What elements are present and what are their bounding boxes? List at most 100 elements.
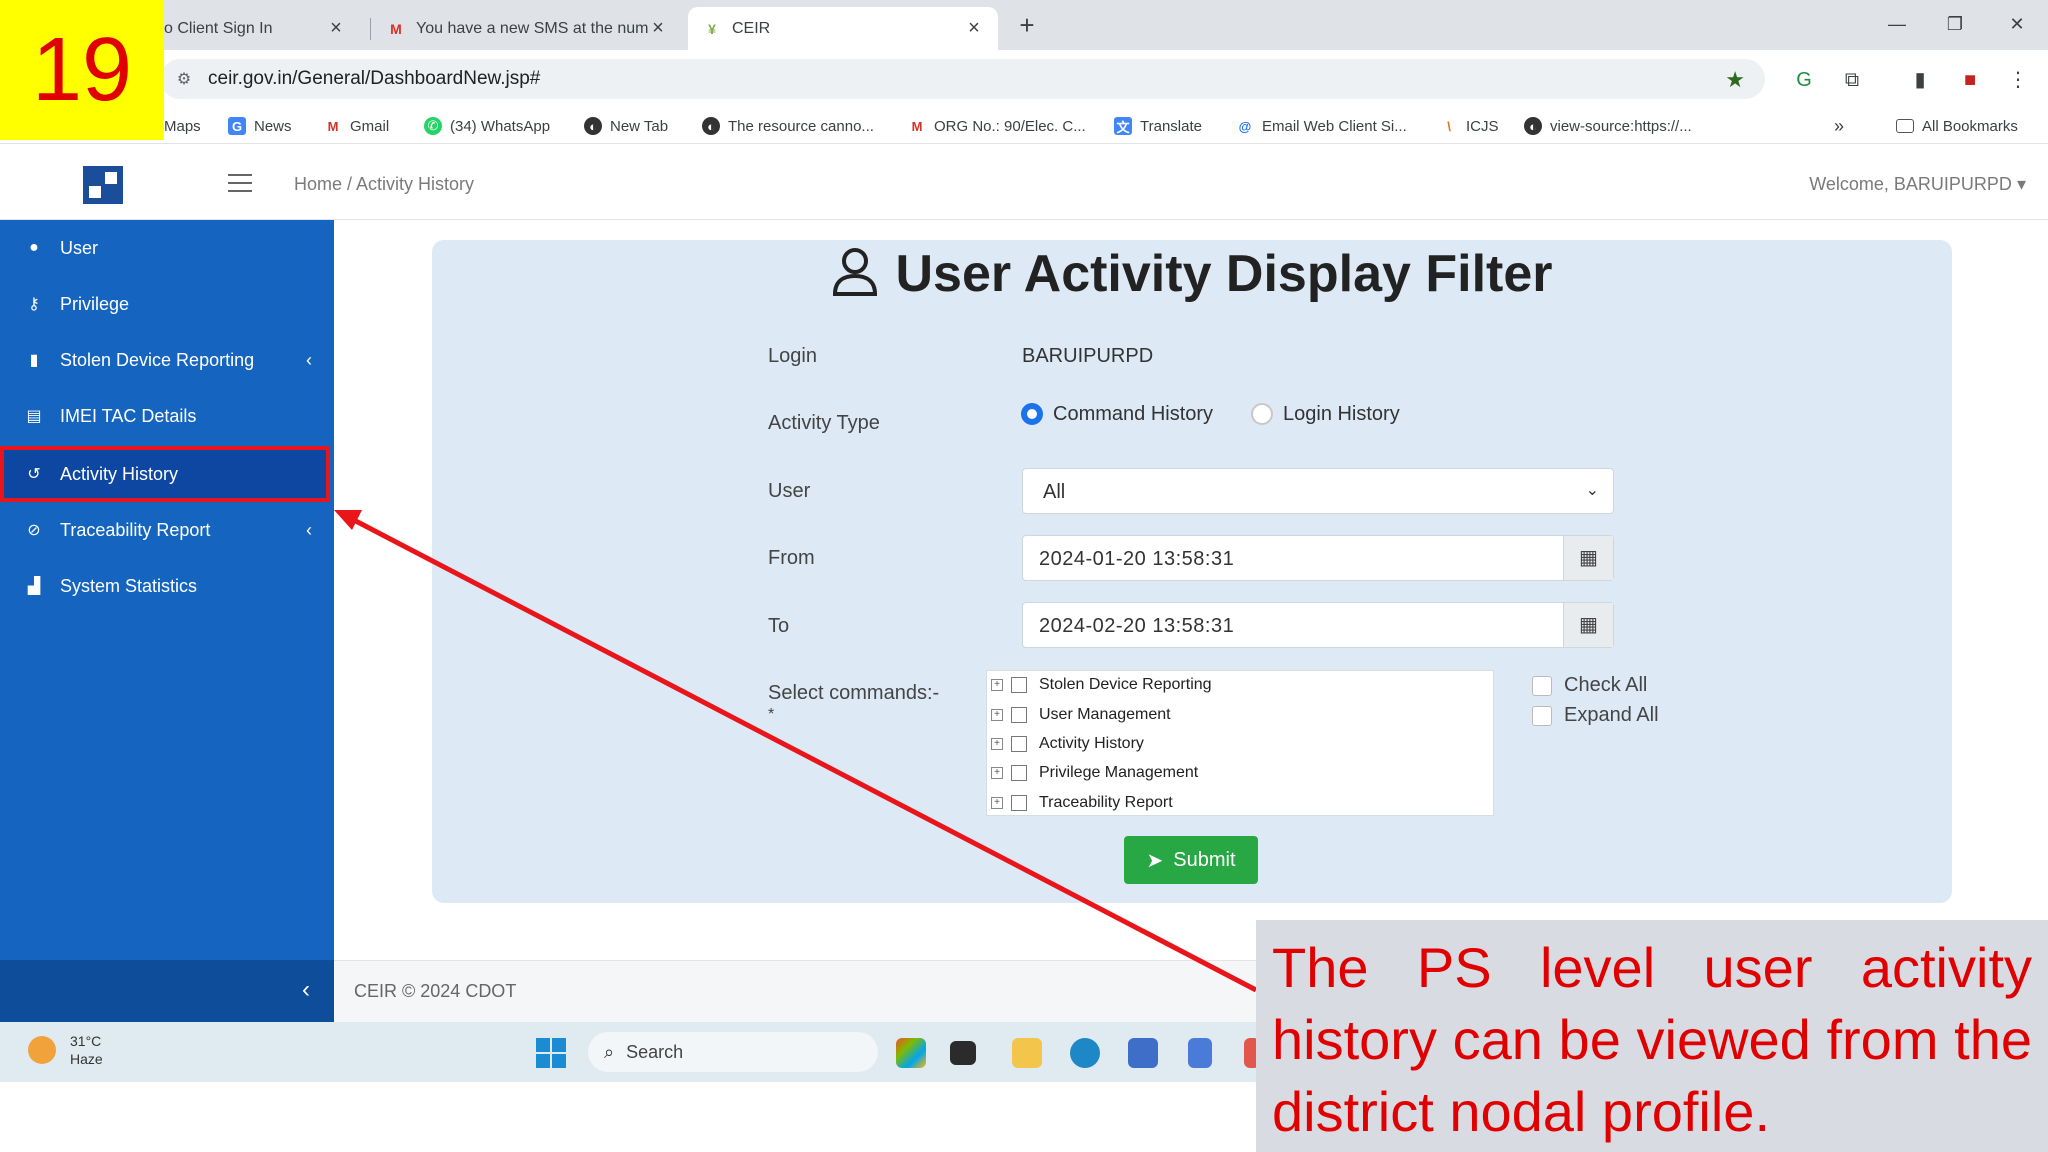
sidebar-item-traceability-report[interactable]: ⊘ Traceability Report ‹ xyxy=(0,502,334,558)
task-view-icon[interactable] xyxy=(950,1041,976,1065)
checkbox[interactable] xyxy=(1532,675,1552,696)
store-icon[interactable] xyxy=(1128,1038,1158,1068)
file-explorer-icon[interactable] xyxy=(1012,1038,1042,1068)
whatsapp-icon: ✆ xyxy=(424,117,442,135)
collapse-sidebar-icon[interactable]: ‹ xyxy=(302,976,310,1004)
sidebar-item-imei-tac-details[interactable]: ▤ IMEI TAC Details xyxy=(0,388,334,444)
more-bookmarks-icon[interactable]: » xyxy=(1834,114,1844,138)
expand-icon[interactable]: + xyxy=(991,679,1003,691)
bookmark-view-source[interactable]: ◐ view-source:https://... xyxy=(1524,114,1692,138)
from-date-field[interactable]: 2024-01-20 13:58:31 ▦ xyxy=(1022,535,1614,581)
bookmark-email-client[interactable]: @ Email Web Client Si... xyxy=(1236,114,1407,138)
hamburger-menu-icon[interactable] xyxy=(228,174,252,194)
bookmark-org-no[interactable]: M ORG No.: 90/Elec. C... xyxy=(908,114,1086,138)
calendar-icon[interactable]: ▦ xyxy=(1563,536,1613,580)
tree-item[interactable]: + Activity History xyxy=(991,732,1144,756)
checkbox[interactable] xyxy=(1011,765,1027,781)
expand-icon[interactable]: + xyxy=(991,709,1003,721)
notepad-icon[interactable] xyxy=(1188,1038,1212,1068)
ceir-favicon-icon: ¥ xyxy=(708,20,716,37)
sidebar-item-system-statistics[interactable]: ▟ System Statistics xyxy=(0,558,334,614)
profile-icon[interactable]: ■ xyxy=(1956,66,1984,94)
welcome-text: Welcome, BARUIPURPD xyxy=(1809,174,2012,194)
bookmark-news[interactable]: G News xyxy=(228,114,292,138)
checkbox[interactable] xyxy=(1011,677,1027,693)
check-all-option[interactable]: Check All xyxy=(1532,674,1647,697)
activity-type-label: Activity Type xyxy=(768,412,880,434)
weather-condition: Haze xyxy=(70,1051,103,1067)
tab-gmail-sms[interactable]: M You have a new SMS at the num × xyxy=(372,7,682,50)
bookmark-label: New Tab xyxy=(610,117,669,135)
user-select[interactable]: All ⌄ xyxy=(1022,468,1614,514)
restore-icon[interactable]: ❐ xyxy=(1932,8,1978,40)
folder-icon xyxy=(1896,119,1914,133)
checkbox[interactable] xyxy=(1532,705,1552,726)
sidebar-item-label: Traceability Report xyxy=(60,519,211,540)
bookmark-gmail[interactable]: M Gmail xyxy=(324,114,390,138)
taskbar-search[interactable]: ⌕ Search xyxy=(588,1032,878,1072)
search-icon: ⌕ xyxy=(604,1041,615,1062)
all-bookmarks-folder[interactable]: All Bookmarks xyxy=(1896,114,2018,138)
checkbox[interactable] xyxy=(1011,736,1027,752)
close-icon[interactable]: × xyxy=(326,17,346,40)
radio-command-history-label: Command History xyxy=(1053,403,1214,425)
bookmark-maps[interactable]: Maps xyxy=(164,114,201,138)
edge-icon[interactable] xyxy=(1070,1038,1100,1068)
extensions-icon[interactable]: ⧉ xyxy=(1838,66,1866,94)
sidebar-item-activity-history[interactable]: ↺ Activity History xyxy=(0,446,330,502)
required-asterisk: * xyxy=(768,706,775,723)
tree-item[interactable]: + User Management xyxy=(991,703,1171,727)
checkbox[interactable] xyxy=(1011,795,1027,811)
close-icon[interactable]: × xyxy=(964,17,984,40)
weather-widget[interactable]: 31°C Haze xyxy=(28,1032,103,1068)
document-icon: ▤ xyxy=(26,408,42,425)
copilot-icon[interactable] xyxy=(896,1038,926,1068)
history-icon: ↺ xyxy=(27,466,41,483)
expand-icon[interactable]: + xyxy=(991,797,1003,809)
bookmark-star-icon[interactable]: ★ xyxy=(1725,67,1745,93)
to-date-value: 2024-02-20 13:58:31 xyxy=(1039,615,1235,637)
ceir-logo[interactable] xyxy=(83,166,123,204)
expand-icon[interactable]: + xyxy=(991,767,1003,779)
new-tab-button[interactable]: + xyxy=(1010,8,1044,42)
bookmark-whatsapp[interactable]: ✆ (34) WhatsApp xyxy=(424,114,550,138)
gmail-icon: M xyxy=(390,20,402,37)
weather-sun-icon xyxy=(28,1036,56,1064)
submit-button[interactable]: ➤ Submit xyxy=(1124,836,1258,884)
bookmark-label: Email Web Client Si... xyxy=(1262,117,1407,135)
paper-plane-icon: ➤ xyxy=(1146,849,1164,872)
tab-ceir[interactable]: ¥ CEIR × xyxy=(688,7,998,50)
tree-item[interactable]: + Traceability Report xyxy=(991,791,1173,815)
site-info-icon[interactable]: ⚙ xyxy=(172,69,196,89)
tree-item[interactable]: + Stolen Device Reporting xyxy=(991,673,1212,697)
bookmark-resource[interactable]: ◐ The resource canno... xyxy=(702,114,874,138)
sidebar-item-stolen-device-reporting[interactable]: ▮ Stolen Device Reporting ‹ xyxy=(0,332,334,388)
bookmark-new-tab[interactable]: ◐ New Tab xyxy=(584,114,668,138)
tab-client-sign-in[interactable]: o Client Sign In × xyxy=(150,7,360,50)
menu-icon[interactable]: ⋮ xyxy=(2004,66,2032,94)
side-panel-icon[interactable]: ▮ xyxy=(1906,66,1934,94)
close-icon[interactable]: × xyxy=(648,17,668,40)
grammarly-icon[interactable]: G xyxy=(1790,66,1818,94)
expand-all-option[interactable]: Expand All xyxy=(1532,704,1659,727)
expand-icon[interactable]: + xyxy=(991,738,1003,750)
browser-tab-strip: o Client Sign In × M You have a new SMS … xyxy=(0,0,2048,50)
tree-item[interactable]: + Privilege Management xyxy=(991,761,1198,785)
radio-command-history[interactable] xyxy=(1021,403,1043,425)
user-menu[interactable]: Welcome, BARUIPURPD ▾ xyxy=(1809,174,2026,195)
window-close-icon[interactable]: ✕ xyxy=(1994,8,2040,40)
translate-icon: 文 xyxy=(1114,117,1132,135)
checkbox[interactable] xyxy=(1011,707,1027,723)
to-date-field[interactable]: 2024-02-20 13:58:31 ▦ xyxy=(1022,602,1614,648)
chevron-left-icon: ‹ xyxy=(306,519,312,540)
calendar-icon[interactable]: ▦ xyxy=(1563,603,1613,647)
user-label: User xyxy=(768,480,811,502)
bookmark-translate[interactable]: 文 Translate xyxy=(1114,114,1202,138)
bookmark-label: ICJS xyxy=(1466,117,1499,135)
radio-login-history[interactable] xyxy=(1251,403,1273,425)
address-bar[interactable]: ⚙ ceir.gov.in/General/DashboardNew.jsp# … xyxy=(160,59,1765,99)
bookmark-icjs[interactable]: \ ICJS xyxy=(1440,114,1499,138)
windows-start-icon[interactable] xyxy=(536,1038,566,1068)
tab-title: CEIR xyxy=(732,19,771,37)
minimize-icon[interactable]: — xyxy=(1874,8,1920,40)
